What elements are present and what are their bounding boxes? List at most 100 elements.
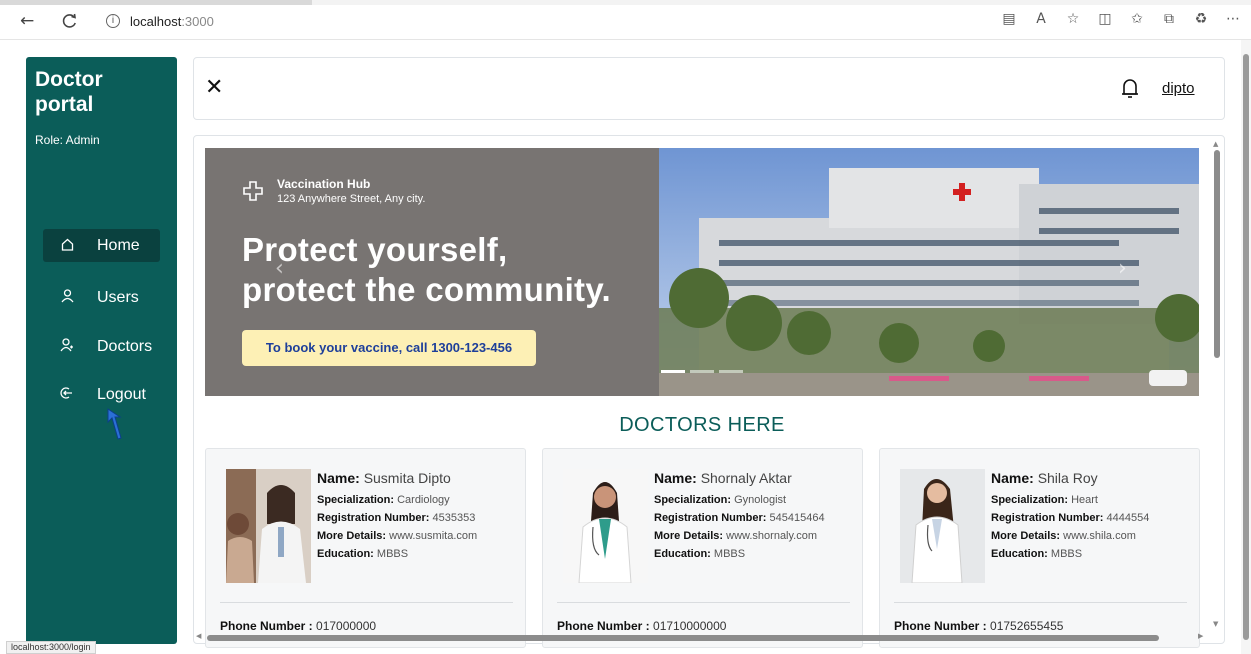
headline-line-2: protect the community.: [242, 271, 612, 308]
registration-label: Registration Number:: [991, 512, 1104, 524]
read-aloud-icon[interactable]: A: [1031, 11, 1051, 27]
brand-line-2: portal: [35, 93, 94, 116]
doctor-info: Name: Shila Roy Specialization: Heart Re…: [991, 469, 1191, 563]
doctor-website: www.shila.com: [1063, 530, 1136, 542]
doctor-education: MBBS: [376, 548, 409, 560]
role-label: Role: Admin: [35, 133, 100, 147]
username-link[interactable]: dipto: [1162, 80, 1195, 97]
hub-name: Vaccination Hub: [277, 177, 371, 191]
page-scrollbar[interactable]: [1241, 40, 1251, 654]
more-details-label: More Details:: [654, 530, 724, 542]
doctor-photo: [900, 469, 985, 583]
headline-line-1: Protect yourself,: [242, 231, 508, 268]
scroll-left-icon[interactable]: ◀: [196, 632, 201, 640]
collections-icon[interactable]: ⧉: [1159, 11, 1179, 27]
brand-title: Doctor portal: [35, 67, 103, 117]
content-vertical-scrollbar[interactable]: ▲ ▼: [1210, 140, 1224, 632]
scroll-down-icon[interactable]: ▼: [1213, 620, 1218, 628]
more-details-label: More Details:: [317, 530, 387, 542]
doctor-photo: [226, 469, 311, 583]
sidebar-item-users[interactable]: Users: [43, 281, 160, 314]
carousel-prev-icon[interactable]: ‹: [275, 256, 284, 281]
doctor-card[interactable]: Name: Shila Roy Specialization: Heart Re…: [879, 448, 1200, 648]
carousel-dot[interactable]: [661, 370, 685, 373]
user-icon: [56, 288, 78, 307]
address-bar[interactable]: [92, 9, 952, 35]
name-label: Name:: [991, 470, 1034, 486]
notification-bell-icon[interactable]: [1121, 77, 1139, 101]
phone-label: Phone Number :: [220, 619, 313, 633]
reader-view-icon[interactable]: ▤: [999, 11, 1019, 27]
more-icon[interactable]: ⋯: [1223, 11, 1243, 27]
url-text[interactable]: localhost:3000: [130, 14, 214, 29]
doctor-name: Shila Roy: [1037, 470, 1098, 486]
book-vaccine-cta[interactable]: To book your vaccine, call 1300-123-456: [242, 330, 536, 366]
sidebar-item-label: Doctors: [97, 337, 153, 355]
name-label: Name:: [317, 470, 360, 486]
registration-label: Registration Number:: [654, 512, 767, 524]
url-host: localhost: [130, 14, 182, 29]
card-divider: [220, 602, 513, 603]
favorites-icon[interactable]: ✩: [1127, 11, 1147, 27]
back-arrow-icon[interactable]: ←: [20, 13, 34, 30]
sidebar-item-home[interactable]: Home: [43, 229, 160, 262]
doctor-specialization: Cardiology: [397, 494, 450, 506]
home-icon: [56, 237, 78, 255]
sidebar-item-label: Logout: [97, 385, 146, 403]
doctor-name: Shornaly Aktar: [700, 470, 792, 486]
refresh-icon[interactable]: [61, 13, 78, 34]
status-bar-url: localhost:3000/login: [6, 641, 96, 654]
doctor-phone: Phone Number : 01752655455: [894, 619, 1063, 633]
banner-carousel: Vaccination Hub 123 Anywhere Street, Any…: [205, 148, 1199, 396]
phone-value: 01752655455: [990, 619, 1064, 633]
content-horizontal-scrollbar[interactable]: ◀ ▶: [193, 632, 1211, 643]
sidebar-item-label: Users: [97, 288, 139, 306]
browser-actions: ▤ A ☆ ◫ ✩ ⧉ ♻ ⋯: [999, 11, 1243, 27]
banner-headline: Protect yourself, protect the community.: [242, 230, 611, 310]
education-label: Education:: [317, 548, 374, 560]
sidebar-item-logout[interactable]: Logout: [43, 378, 160, 411]
education-label: Education:: [654, 548, 711, 560]
page-scroll-thumb[interactable]: [1243, 54, 1249, 640]
doctor-specialization: Heart: [1071, 494, 1098, 506]
carousel-next-icon[interactable]: ›: [1118, 256, 1127, 281]
doctor-info: Name: Susmita Dipto Specialization: Card…: [317, 469, 517, 563]
sidebar: Doctor portal Role: Admin Home Users Doc…: [26, 57, 177, 644]
doctor-specialization: Gynologist: [734, 494, 787, 506]
specialization-label: Specialization:: [654, 494, 732, 506]
scroll-right-icon[interactable]: ▶: [1198, 632, 1203, 640]
phone-label: Phone Number :: [894, 619, 987, 633]
brand-line-1: Doctor: [35, 68, 103, 91]
scroll-thumb[interactable]: [207, 635, 1159, 641]
more-details-label: More Details:: [991, 530, 1061, 542]
close-sidebar-button[interactable]: ✕: [205, 76, 223, 100]
phone-value: 017000000: [316, 619, 377, 633]
sidebar-item-doctors[interactable]: Doctors: [43, 330, 160, 363]
scroll-thumb[interactable]: [1214, 150, 1220, 358]
split-screen-icon[interactable]: ◫: [1095, 11, 1115, 27]
scroll-up-icon[interactable]: ▲: [1213, 140, 1218, 148]
doctor-education: MBBS: [1050, 548, 1083, 560]
carousel-dot[interactable]: [690, 370, 714, 373]
name-label: Name:: [654, 470, 697, 486]
doctor-registration: 4535353: [432, 512, 476, 524]
phone-label: Phone Number :: [557, 619, 650, 633]
doctor-name: Susmita Dipto: [363, 470, 451, 486]
sidebar-item-label: Home: [97, 236, 140, 254]
doctor-phone: Phone Number : 017000000: [220, 619, 376, 633]
top-header: ✕ dipto: [193, 57, 1225, 120]
favorite-star-icon[interactable]: ☆: [1063, 11, 1083, 27]
phone-value: 01710000000: [653, 619, 727, 633]
doctor-card[interactable]: Name: Susmita Dipto Specialization: Card…: [205, 448, 526, 648]
doctors-section-title: DOCTORS HERE: [619, 414, 785, 436]
extensions-icon[interactable]: ♻: [1191, 11, 1211, 27]
education-label: Education:: [991, 548, 1048, 560]
doctor-registration: 4444554: [1106, 512, 1150, 524]
site-info-icon[interactable]: i: [106, 14, 120, 28]
doctor-card[interactable]: Name: Shornaly Aktar Specialization: Gyn…: [542, 448, 863, 648]
browser-tab[interactable]: [0, 0, 312, 5]
url-port: :3000: [181, 14, 214, 29]
carousel-dot[interactable]: [719, 370, 743, 373]
doctor-phone: Phone Number : 01710000000: [557, 619, 726, 633]
card-divider: [894, 602, 1187, 603]
